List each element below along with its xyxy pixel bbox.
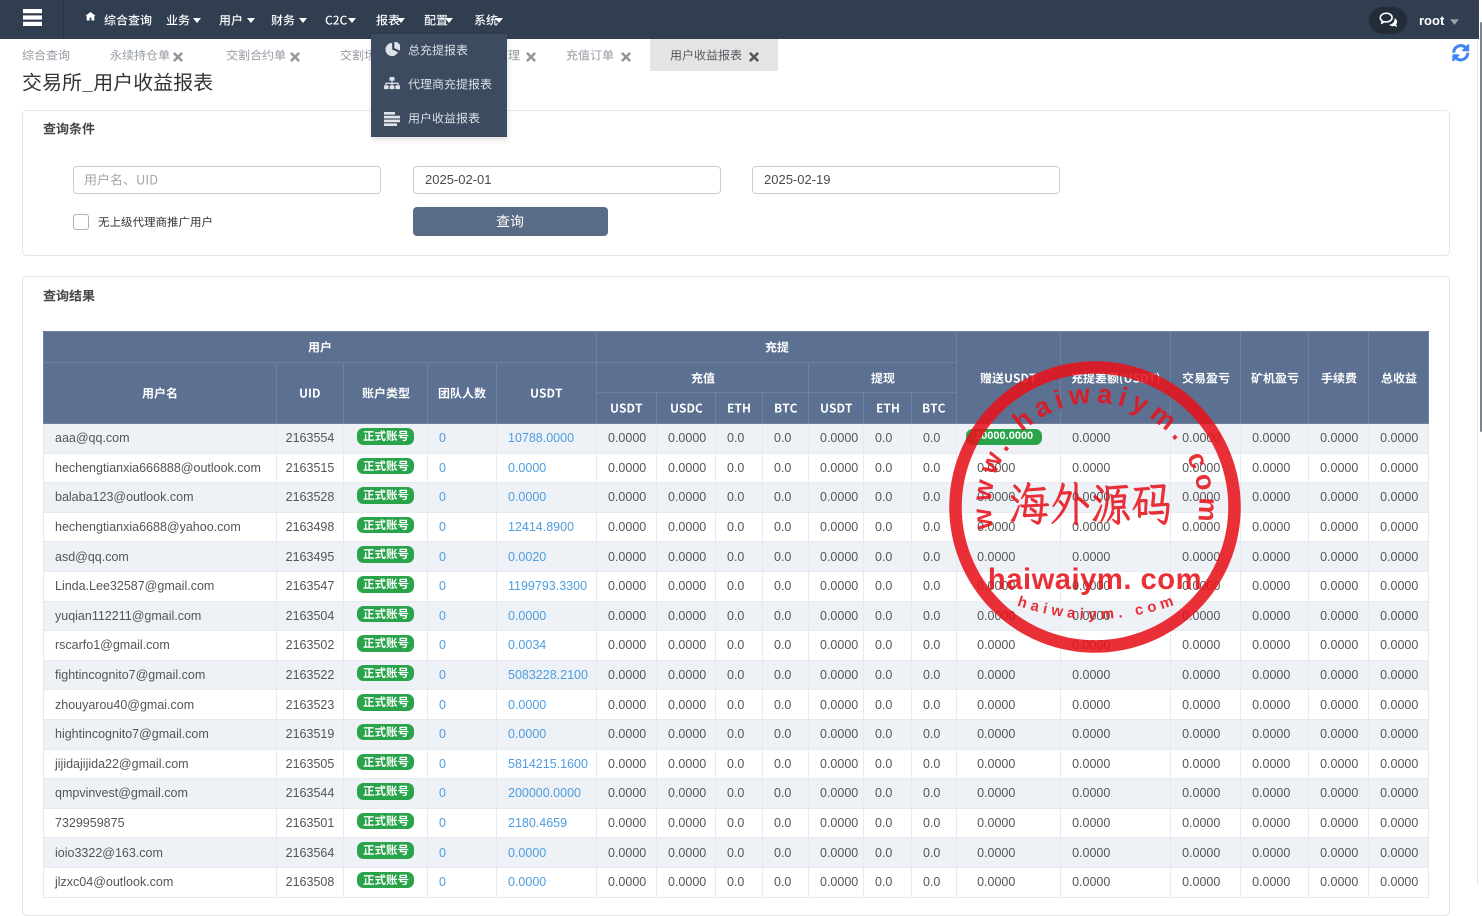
svg-text:haiwaiym. com: haiwaiym. com bbox=[988, 564, 1202, 596]
svg-text:haiwaiym. com: haiwaiym. com bbox=[1016, 591, 1180, 623]
